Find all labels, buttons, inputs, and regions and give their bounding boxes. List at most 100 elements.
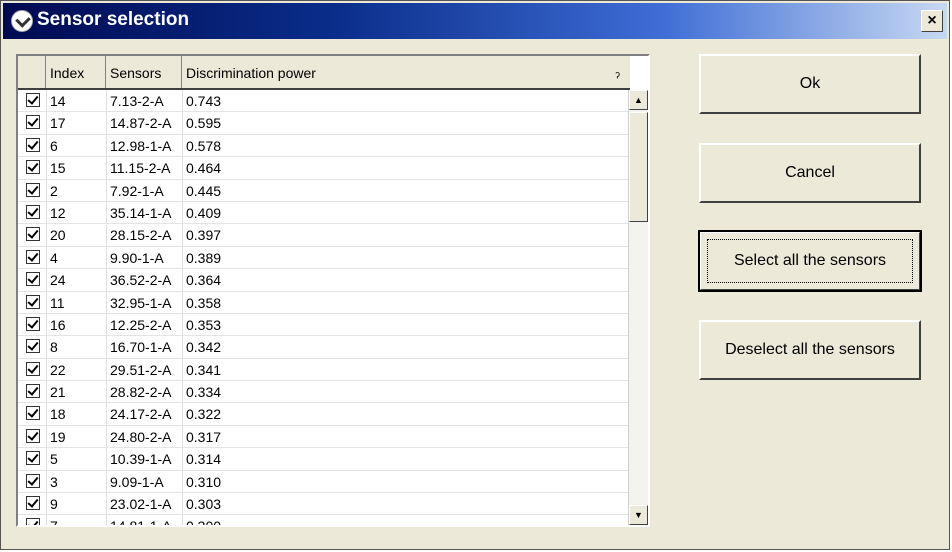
cell-discrimination-power: 0.364 (186, 272, 222, 289)
table-row[interactable]: 9 23.02-1-A 0.303 (18, 493, 630, 516)
cell-sensor: 24.80-2-A (110, 428, 172, 445)
sensor-checkbox[interactable] (26, 496, 40, 511)
cell-discrimination-power: 0.317 (186, 428, 222, 445)
sensor-checkbox[interactable] (26, 93, 40, 107)
cell-discrimination-power: 0.342 (186, 339, 222, 356)
cell-sensor: 29.51-2-A (110, 361, 172, 378)
sensor-checkbox[interactable] (26, 339, 40, 354)
cell-sensor: 28.15-2-A (110, 227, 172, 244)
cell-sensor: 12.25-2-A (110, 316, 172, 333)
sort-indicator-icon: ˀ (615, 69, 620, 85)
cell-index: 3 (50, 473, 58, 490)
table-row[interactable]: 8 16.70-1-A 0.342 (18, 336, 630, 359)
cell-sensor: 9.90-1-A (110, 249, 164, 266)
sensor-checkbox[interactable] (26, 428, 40, 443)
table-row[interactable]: 17 14.87-2-A 0.595 (18, 112, 630, 135)
sensor-checkbox[interactable] (26, 204, 40, 219)
header-discrimination-power[interactable]: Discrimination power ˀ (182, 56, 630, 88)
cell-discrimination-power: 0.578 (186, 137, 222, 154)
app-check-icon (11, 10, 33, 32)
table-row[interactable]: 3 9.09-1-A 0.310 (18, 471, 630, 494)
table-row[interactable]: 18 24.17-2-A 0.322 (18, 403, 630, 426)
sensor-checkbox[interactable] (26, 384, 40, 399)
sensor-checkbox[interactable] (26, 361, 40, 376)
sensor-checkbox[interactable] (26, 160, 40, 175)
header-sensors[interactable]: Sensors (106, 56, 182, 88)
table-row[interactable]: 16 12.25-2-A 0.353 (18, 314, 630, 337)
table-row[interactable]: 5 10.39-1-A 0.314 (18, 448, 630, 471)
cell-discrimination-power: 0.409 (186, 204, 222, 221)
cell-discrimination-power: 0.389 (186, 249, 222, 266)
cell-sensor: 10.39-1-A (110, 451, 172, 468)
sensor-checkbox[interactable] (26, 115, 40, 130)
cell-index: 7 (50, 518, 58, 527)
table-row[interactable]: 11 32.95-1-A 0.358 (18, 292, 630, 314)
cell-discrimination-power: 0.334 (186, 384, 222, 401)
sensor-checkbox[interactable] (26, 518, 40, 525)
sensor-checkbox[interactable] (26, 182, 40, 197)
cell-sensor: 16.70-1-A (110, 339, 172, 356)
cell-sensor: 7.13-2-A (110, 93, 164, 109)
cell-discrimination-power: 0.310 (186, 473, 222, 490)
table-row[interactable]: 12 35.14-1-A 0.409 (18, 202, 630, 225)
sensor-checkbox[interactable] (26, 451, 40, 466)
table-row[interactable]: 6 12.98-1-A 0.578 (18, 135, 630, 158)
scroll-down-arrow-icon[interactable]: ▼ (629, 505, 648, 525)
cell-discrimination-power: 0.322 (186, 406, 222, 423)
sensor-table: Index Sensors Discrimination power ˀ 14 7… (16, 54, 650, 527)
cell-discrimination-power: 0.341 (186, 361, 222, 378)
cell-index: 9 (50, 496, 58, 513)
sensor-checkbox[interactable] (26, 473, 40, 488)
cell-discrimination-power: 0.445 (186, 182, 222, 199)
sensor-checkbox[interactable] (26, 227, 40, 242)
select-all-sensors-button[interactable]: Select all the sensors (698, 230, 922, 292)
table-row[interactable]: 15 11.15-2-A 0.464 (18, 157, 630, 180)
table-row[interactable]: 19 24.80-2-A 0.317 (18, 426, 630, 449)
table-row[interactable]: 22 29.51-2-A 0.341 (18, 359, 630, 382)
cell-discrimination-power: 0.358 (186, 294, 222, 311)
sensor-checkbox[interactable] (26, 272, 40, 287)
cell-index: 16 (50, 316, 66, 333)
close-button[interactable]: × (921, 10, 943, 32)
deselect-all-sensors-button[interactable]: Deselect all the sensors (699, 320, 921, 380)
cell-sensor: 7.92-1-A (110, 182, 164, 199)
cell-sensor: 28.82-2-A (110, 384, 172, 401)
sensor-checkbox[interactable] (26, 316, 40, 331)
table-header: Index Sensors Discrimination power ˀ (18, 56, 630, 90)
scroll-thumb[interactable] (629, 112, 648, 222)
sensor-checkbox[interactable] (26, 249, 40, 264)
sensor-selection-dialog: Sensor selection × Index Sensors Discrim… (0, 0, 950, 550)
cell-sensor: 36.52-2-A (110, 272, 172, 289)
sensor-checkbox[interactable] (26, 406, 40, 421)
scroll-up-arrow-icon[interactable]: ▲ (629, 90, 648, 110)
cell-sensor: 12.98-1-A (110, 137, 172, 154)
cell-sensor: 35.14-1-A (110, 204, 172, 221)
sensor-checkbox[interactable] (26, 294, 40, 309)
cell-index: 20 (50, 227, 66, 244)
cell-index: 4 (50, 249, 58, 266)
cell-index: 22 (50, 361, 66, 378)
cell-sensor: 32.95-1-A (110, 294, 172, 311)
vertical-scrollbar[interactable]: ▲ ▼ (628, 90, 648, 525)
cell-discrimination-power: 0.300 (186, 518, 222, 527)
cell-index: 21 (50, 384, 66, 401)
table-row[interactable]: 20 28.15-2-A 0.397 (18, 224, 630, 247)
table-row[interactable]: 4 9.90-1-A 0.389 (18, 247, 630, 270)
cancel-button[interactable]: Cancel (699, 143, 921, 203)
table-row[interactable]: 24 36.52-2-A 0.364 (18, 269, 630, 292)
table-row[interactable]: 14 7.13-2-A 0.743 (18, 90, 630, 113)
cell-index: 8 (50, 339, 58, 356)
header-index[interactable]: Index (46, 56, 106, 88)
cell-sensor: 14.81-1-A (110, 518, 172, 527)
cell-index: 11 (50, 294, 65, 311)
sensor-checkbox[interactable] (26, 137, 40, 152)
table-row[interactable]: 21 28.82-2-A 0.334 (18, 381, 630, 404)
table-row[interactable]: 7 14.81-1-A 0.300 (18, 515, 630, 527)
table-row[interactable]: 2 7.92-1-A 0.445 (18, 180, 630, 202)
cell-discrimination-power: 0.314 (186, 451, 222, 468)
header-check-column[interactable] (18, 56, 46, 88)
ok-button[interactable]: Ok (699, 54, 921, 114)
cell-index: 2 (50, 182, 58, 199)
cell-discrimination-power: 0.595 (186, 115, 222, 132)
cell-sensor: 23.02-1-A (110, 496, 172, 513)
